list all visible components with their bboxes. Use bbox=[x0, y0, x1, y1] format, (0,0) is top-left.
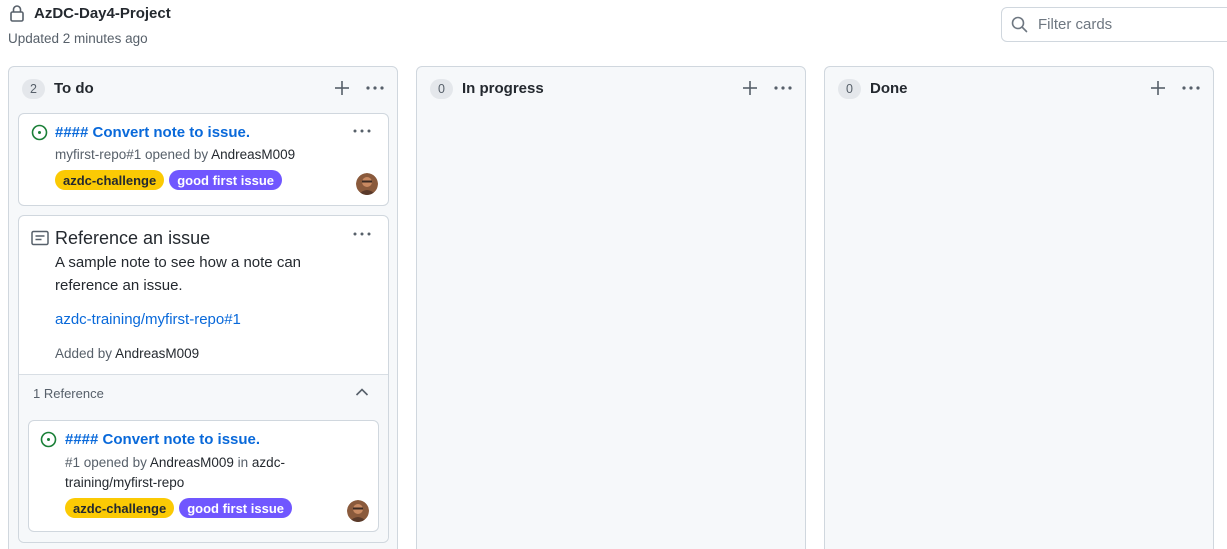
note-card[interactable]: Reference an issue A sample note to see … bbox=[18, 215, 389, 543]
search-icon bbox=[1011, 16, 1028, 33]
column-card-count: 0 bbox=[838, 79, 861, 99]
column-header: 2 To do bbox=[9, 67, 397, 111]
label-azdc-challenge[interactable]: azdc-challenge bbox=[55, 170, 165, 190]
column-in-progress: 0 In progress bbox=[416, 66, 806, 549]
kebab-horizontal-icon[interactable] bbox=[351, 124, 373, 138]
column-card-count: 2 bbox=[22, 79, 45, 99]
note-issue-link[interactable]: azdc-training/myfirst-repo#1 bbox=[55, 311, 241, 328]
avatar[interactable] bbox=[347, 500, 369, 522]
plus-icon[interactable] bbox=[741, 78, 759, 98]
chevron-up-icon[interactable] bbox=[355, 387, 369, 397]
note-added-text: Added by bbox=[55, 346, 116, 361]
filter-cards-input[interactable] bbox=[1038, 16, 1218, 33]
issue-meta: #1 opened by AndreasM009 in azdc-trainin… bbox=[65, 453, 335, 493]
reference-section: 1 Reference #### Convert note to issue. … bbox=[19, 375, 388, 542]
reference-count: 1 Reference bbox=[33, 386, 104, 401]
column-to-do: 2 To do #### Convert note to issue. myfi… bbox=[8, 66, 398, 549]
column-title: To do bbox=[54, 80, 94, 97]
note-author-link[interactable]: AndreasM009 bbox=[115, 346, 199, 361]
project-header: AzDC-Day4-Project Updated 2 minutes ago bbox=[0, 0, 1227, 60]
kebab-horizontal-icon[interactable] bbox=[365, 78, 385, 98]
issue-repo-link-continued[interactable]: training/myfirst-repo bbox=[65, 475, 184, 490]
column-card-count: 0 bbox=[430, 79, 453, 99]
issue-repo-link[interactable]: azdc- bbox=[252, 455, 285, 470]
label-good-first-issue[interactable]: good first issue bbox=[169, 170, 282, 190]
plus-icon[interactable] bbox=[1149, 78, 1167, 98]
issue-meta-in: in bbox=[233, 455, 252, 470]
issue-author-link[interactable]: AndreasM009 bbox=[211, 147, 295, 162]
lock-icon bbox=[10, 5, 24, 22]
issue-title-link[interactable]: #### Convert note to issue. bbox=[65, 431, 260, 448]
issue-meta-text: #1 opened by bbox=[65, 455, 150, 470]
note-added-by: Added by AndreasM009 bbox=[55, 346, 199, 361]
column-header: 0 Done bbox=[825, 67, 1213, 111]
note-title: Reference an issue bbox=[55, 228, 211, 248]
issue-meta: myfirst-repo#1 opened by AndreasM009 bbox=[55, 145, 295, 165]
column-header: 0 In progress bbox=[417, 67, 805, 111]
referenced-issue-card[interactable]: #### Convert note to issue. #1 opened by… bbox=[28, 420, 379, 532]
kebab-horizontal-icon[interactable] bbox=[1181, 78, 1201, 98]
project-title-row: AzDC-Day4-Project bbox=[9, 4, 171, 22]
column-title: In progress bbox=[462, 80, 544, 97]
note-body: A sample note to see how a note can refe… bbox=[55, 254, 301, 294]
issue-opened-icon bbox=[31, 124, 48, 141]
note-icon bbox=[31, 230, 49, 246]
issue-author-link[interactable]: AndreasM009 bbox=[150, 455, 234, 470]
label-good-first-issue[interactable]: good first issue bbox=[179, 498, 292, 518]
updated-timestamp: Updated 2 minutes ago bbox=[8, 31, 148, 46]
label-azdc-challenge[interactable]: azdc-challenge bbox=[65, 498, 175, 518]
issue-labels: azdc-challenge good first issue bbox=[55, 170, 282, 190]
kebab-horizontal-icon[interactable] bbox=[773, 78, 793, 98]
issue-card[interactable]: #### Convert note to issue. myfirst-repo… bbox=[18, 113, 389, 206]
avatar[interactable] bbox=[356, 173, 378, 195]
issue-labels: azdc-challenge good first issue bbox=[65, 498, 292, 518]
column-title: Done bbox=[870, 80, 908, 97]
issue-meta-text: myfirst-repo#1 opened by bbox=[55, 147, 212, 162]
plus-icon[interactable] bbox=[333, 78, 351, 98]
filter-cards-field[interactable] bbox=[1001, 7, 1227, 42]
issue-title-link[interactable]: #### Convert note to issue. bbox=[55, 124, 250, 141]
kebab-horizontal-icon[interactable] bbox=[351, 227, 373, 241]
project-title: AzDC-Day4-Project bbox=[34, 4, 171, 22]
column-done: 0 Done bbox=[824, 66, 1214, 549]
issue-opened-icon bbox=[40, 431, 57, 448]
